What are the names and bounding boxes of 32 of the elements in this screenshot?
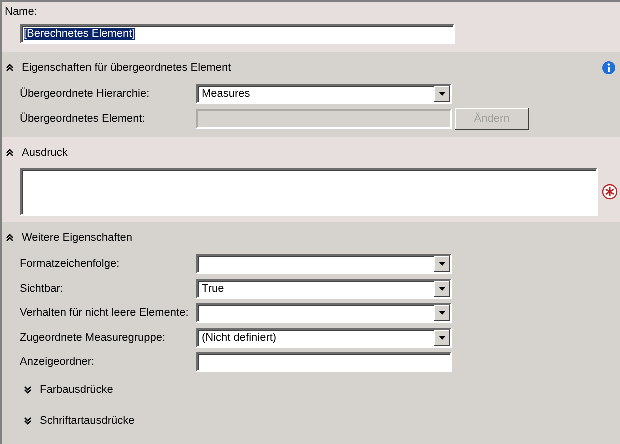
text-field[interactable] [196, 352, 452, 372]
expression-field[interactable] [20, 168, 598, 216]
field-label: Übergeordnete Hierarchie: [19, 88, 151, 100]
section-title: Weitere Eigenschaften [22, 232, 132, 244]
expand-chevron-icon[interactable] [24, 417, 32, 425]
dropdown-arrow-icon [438, 286, 446, 291]
collapse-chevron-icon[interactable] [6, 149, 14, 157]
info-icon[interactable] [602, 61, 616, 75]
dropdown[interactable]: True [196, 278, 452, 299]
dropdown-arrow-icon [438, 262, 446, 266]
section-title: Eigenschaften für übergeordnetes Element [22, 62, 232, 74]
field-label: Zugeordnete Measuregruppe: [19, 332, 167, 344]
field-label: Name: [5, 6, 38, 18]
dropdown-arrow-icon [438, 336, 446, 340]
dropdown-arrow-icon [438, 311, 446, 316]
dropdown[interactable] [196, 254, 452, 274]
name-field[interactable]: [Berechnetes Element] [20, 24, 455, 44]
field-label: Verhalten für nicht leere Elemente: [19, 307, 190, 320]
field-label: Übergeordnetes Element: [19, 112, 146, 125]
dropdown[interactable]: Measures [196, 84, 452, 104]
field-label: Sichtbar: [19, 282, 64, 295]
section-title: Ausdruck [22, 147, 68, 159]
collapse-chevron-icon[interactable] [6, 234, 14, 242]
dropdown[interactable] [196, 303, 452, 324]
dropdown[interactable]: (Nicht definiert) [196, 328, 452, 348]
dropdown-arrow-icon [438, 92, 446, 96]
collapse-chevron-icon[interactable] [6, 64, 14, 72]
expand-chevron-icon[interactable] [24, 386, 32, 394]
subsection-title[interactable]: Schriftartausdrücke [40, 415, 135, 427]
field-label: Anzeigeordner: [19, 356, 96, 368]
field-label: Formatzeichenfolge: [19, 258, 121, 270]
subsection-title[interactable]: Farbausdrücke [40, 384, 114, 396]
